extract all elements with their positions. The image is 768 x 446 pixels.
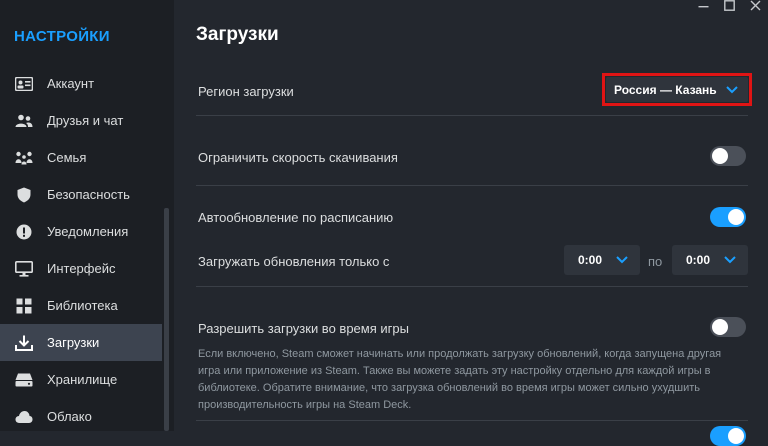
- shield-icon: [13, 187, 35, 203]
- from-time-dropdown[interactable]: 0:00: [564, 245, 640, 275]
- toggle-knob: [712, 319, 728, 335]
- sidebar-title: НАСТРОЙКИ: [14, 28, 110, 45]
- family-icon: [13, 151, 35, 165]
- minimize-button[interactable]: [690, 0, 716, 14]
- sidebar-item-label: Облако: [47, 409, 92, 424]
- monitor-icon: [13, 260, 35, 277]
- sidebar-item-interface[interactable]: Интерфейс: [0, 250, 162, 287]
- chevron-down-icon: [726, 83, 738, 97]
- close-icon: [750, 0, 761, 16]
- sidebar-nav: Аккаунт Друзья и чат Семья Безопасность …: [0, 65, 162, 435]
- allow-during-game-description: Если включено, Steam сможет начинать или…: [198, 348, 722, 411]
- sidebar-item-label: Семья: [47, 150, 87, 165]
- sidebar-item-label: Загрузки: [47, 335, 100, 350]
- download-icon: [13, 335, 35, 351]
- storage-icon: [13, 373, 35, 387]
- region-value: Россия — Казань: [614, 82, 717, 97]
- divider: [196, 420, 748, 421]
- limit-speed-label: Ограничить скорость скачивания: [198, 150, 398, 165]
- sidebar-item-label: Друзья и чат: [47, 113, 124, 128]
- friends-icon: [13, 114, 35, 128]
- minimize-icon: [698, 0, 709, 16]
- auto-update-label: Автообновление по расписанию: [198, 210, 394, 225]
- chevron-down-icon: [724, 253, 736, 267]
- sidebar-item-friends[interactable]: Друзья и чат: [0, 102, 162, 139]
- from-time-value: 0:00: [578, 253, 603, 267]
- close-button[interactable]: [742, 0, 768, 14]
- sidebar-item-label: Уведомления: [47, 224, 129, 239]
- toggle-knob: [728, 428, 744, 444]
- sidebar-item-label: Безопасность: [47, 187, 130, 202]
- sidebar-item-label: Аккаунт: [47, 76, 95, 91]
- sidebar-scrollbar[interactable]: [164, 208, 169, 431]
- sidebar-item-library[interactable]: Библиотека: [0, 287, 162, 324]
- sidebar-item-security[interactable]: Безопасность: [0, 176, 162, 213]
- divider: [196, 185, 748, 186]
- sidebar-item-downloads[interactable]: Загрузки: [0, 324, 162, 361]
- to-time-value: 0:00: [686, 253, 711, 267]
- toggle-knob: [712, 148, 728, 164]
- sidebar-item-cloud[interactable]: Облако: [0, 398, 162, 435]
- sidebar-item-family[interactable]: Семья: [0, 139, 162, 176]
- allow-during-game-label: Разрешить загрузки во время игры: [198, 321, 409, 336]
- next-setting-toggle[interactable]: [710, 426, 746, 446]
- region-label: Регион загрузки: [198, 84, 294, 99]
- maximize-button[interactable]: [716, 0, 742, 14]
- allow-during-game-toggle[interactable]: [710, 317, 746, 337]
- sidebar-item-notifications[interactable]: Уведомления: [0, 213, 162, 250]
- sidebar-item-label: Хранилище: [47, 372, 118, 387]
- toggle-knob: [728, 209, 744, 225]
- id-card-icon: [13, 76, 35, 91]
- alert-icon: [13, 224, 35, 240]
- region-dropdown[interactable]: Россия — Казань: [606, 77, 748, 102]
- main-panel: Загрузки Регион загрузки Россия — Казань…: [174, 0, 768, 446]
- sidebar-item-label: Интерфейс: [47, 261, 116, 276]
- window-controls: [690, 0, 768, 14]
- page-title: Загрузки: [196, 24, 279, 45]
- maximize-icon: [723, 0, 735, 16]
- sidebar-item-account[interactable]: Аккаунт: [0, 65, 162, 102]
- to-label: по: [648, 254, 663, 269]
- sidebar-item-storage[interactable]: Хранилище: [0, 361, 162, 398]
- divider: [196, 115, 748, 116]
- auto-update-toggle[interactable]: [710, 207, 746, 227]
- chevron-down-icon: [616, 253, 628, 267]
- cloud-icon: [13, 410, 35, 424]
- grid-icon: [13, 298, 35, 314]
- divider: [196, 286, 748, 287]
- sidebar-item-label: Библиотека: [47, 298, 118, 313]
- limit-speed-toggle[interactable]: [710, 146, 746, 166]
- to-time-dropdown[interactable]: 0:00: [672, 245, 748, 275]
- sidebar: НАСТРОЙКИ Аккаунт Друзья и чат Семья Без…: [0, 0, 174, 431]
- update-window-label: Загружать обновления только с: [198, 254, 390, 269]
